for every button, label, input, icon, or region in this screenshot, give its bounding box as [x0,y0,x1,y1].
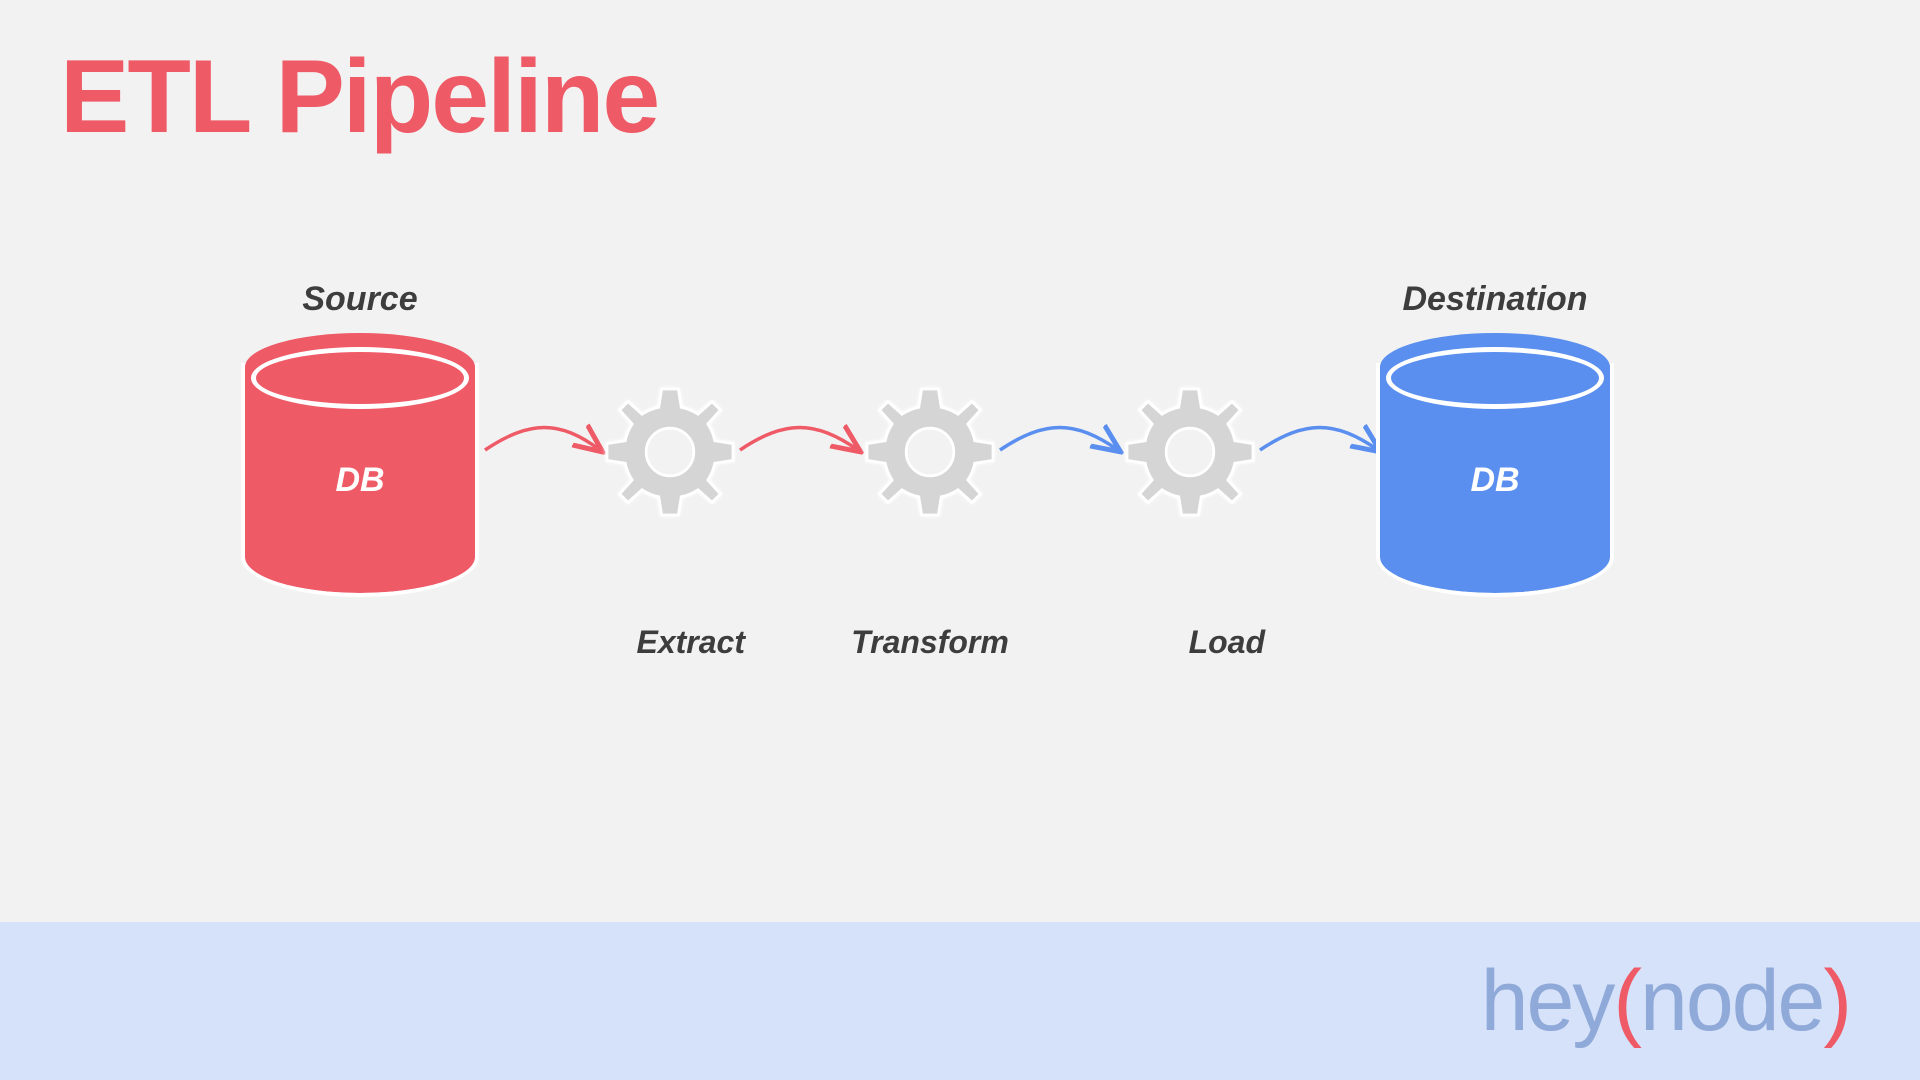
footer-bar: hey(node) [0,922,1920,1080]
destination-db-text: DB [1380,461,1610,500]
page-title: ETL Pipeline [60,38,658,157]
source-node: Source DB [245,280,475,593]
brand-hey: hey [1481,953,1614,1049]
database-icon: DB [245,333,475,593]
gear-icon [600,382,740,522]
extract-step: Extract [595,382,745,661]
gear-icon [860,382,1000,522]
brand-close-paren: ) [1823,953,1850,1049]
transform-label: Transform [851,624,1009,661]
brand-open-paren: ( [1613,953,1640,1049]
destination-label: Destination [1380,280,1610,319]
gear-icon [1120,382,1260,522]
load-label: Load [1189,624,1265,661]
brand-node: node [1640,953,1823,1049]
database-icon: DB [1380,333,1610,593]
extract-label: Extract [637,624,746,661]
diagram-stage: Source DB Extract Transform [0,270,1920,670]
brand-logo: hey(node) [1481,952,1850,1051]
load-step: Load [1115,382,1265,661]
transform-step: Transform [855,382,1005,661]
source-db-text: DB [245,461,475,500]
destination-node: Destination DB [1380,280,1610,593]
source-label: Source [245,280,475,319]
